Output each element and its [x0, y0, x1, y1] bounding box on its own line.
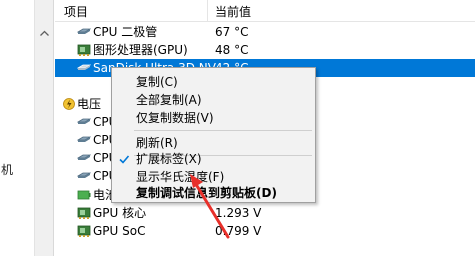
gpu-icon: [77, 207, 91, 219]
column-header-value[interactable]: 当前值: [215, 3, 251, 20]
list-item[interactable]: CPU 二极管 67 °C: [55, 23, 475, 41]
left-pane-text: 机: [1, 163, 14, 177]
menu-item-expand-labels[interactable]: 扩展标签(X): [112, 150, 315, 168]
column-divider[interactable]: [207, 0, 208, 22]
row-label: 电压: [77, 97, 102, 111]
menu-separator: [134, 130, 312, 131]
sensor-icon: [77, 28, 91, 34]
battery-icon: [77, 190, 91, 200]
vertical-scrollbar[interactable]: [35, 0, 54, 256]
gpu-icon: [77, 44, 91, 56]
gpu-icon: [77, 225, 91, 237]
row-label: CPU 二极管: [93, 25, 158, 39]
list-item[interactable]: 图形处理器(GPU) 48 °C: [55, 41, 475, 59]
row-value: 67 °C: [215, 25, 249, 39]
row-label: GPU SoC: [93, 224, 146, 238]
menu-item-copy-data-only[interactable]: 仅复制数据(V): [112, 109, 315, 127]
row-value: 0.799 V: [215, 224, 262, 238]
menu-item-copy[interactable]: 复制(C): [112, 73, 315, 91]
menu-item-label: 复制调试信息到剪贴板(D): [136, 186, 277, 200]
sensor-icon: [77, 172, 91, 178]
menu-item-label: 复制(C): [136, 75, 178, 89]
menu-item-label: 全部复制(A): [136, 93, 202, 107]
list-item[interactable]: GPU SoC 0.799 V: [55, 222, 475, 240]
menu-item-label: 仅复制数据(V): [136, 111, 214, 125]
drive-icon: [77, 64, 91, 70]
sensor-icon: [77, 136, 91, 142]
menu-item-copy-debug[interactable]: 复制调试信息到剪贴板(D): [112, 184, 315, 202]
list-item[interactable]: GPU 核心 1.293 V: [55, 204, 475, 222]
context-menu[interactable]: 复制(C) 全部复制(A) 仅复制数据(V) 刷新(R) 扩展标签(X) 显示华…: [111, 67, 316, 203]
column-header-item[interactable]: 项目: [64, 3, 88, 20]
row-value: 48 °C: [215, 43, 249, 57]
sensor-icon: [77, 154, 91, 160]
row-label: 图形处理器(GPU): [93, 43, 188, 57]
scroll-up-icon[interactable]: [39, 28, 50, 39]
list-header: 项目 当前值: [55, 0, 475, 22]
menu-item-label: 扩展标签(X): [136, 152, 202, 166]
row-label: GPU 核心: [93, 206, 147, 220]
checkmark-icon: [119, 155, 130, 164]
voltage-icon: [63, 98, 75, 110]
menu-item-copy-all[interactable]: 全部复制(A): [112, 91, 315, 109]
row-value: 1.293 V: [215, 206, 262, 220]
left-pane: 机: [0, 0, 35, 256]
sensor-icon: [77, 118, 91, 124]
